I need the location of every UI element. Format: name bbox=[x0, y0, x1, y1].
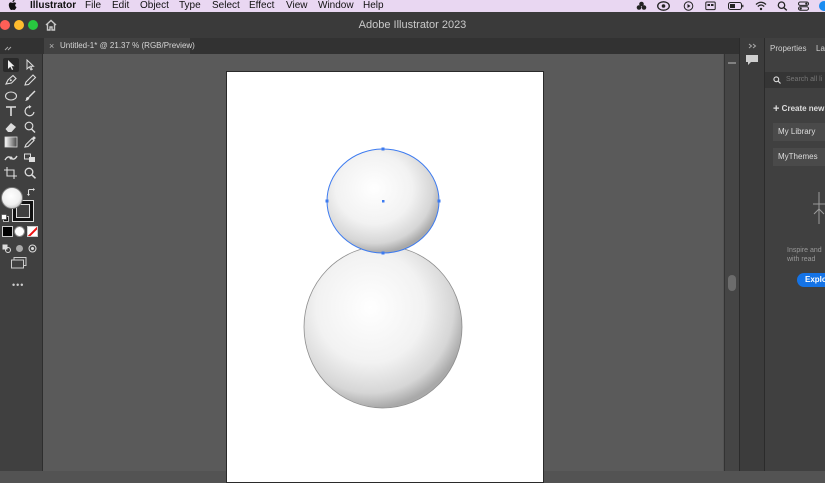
eraser-tool[interactable] bbox=[4, 121, 18, 133]
document-tab-title: Untitled-1* @ 21.37 % (RGB/Preview) bbox=[60, 41, 195, 50]
panel-tabs: Properties Lay bbox=[765, 44, 825, 58]
zoom-tool[interactable] bbox=[23, 167, 37, 179]
gradient-tool[interactable] bbox=[4, 136, 18, 148]
library-item-mythemes[interactable]: MyThemes bbox=[773, 148, 825, 166]
menu-help[interactable]: Help bbox=[363, 0, 384, 12]
swap-fill-stroke-icon[interactable] bbox=[27, 186, 36, 200]
draw-inside-icon[interactable] bbox=[28, 242, 37, 256]
tab-layers[interactable]: Lay bbox=[816, 44, 825, 53]
default-fill-stroke-icon[interactable] bbox=[1, 211, 9, 225]
collapsed-panel-dock bbox=[739, 38, 764, 471]
paintbrush-tool[interactable] bbox=[23, 90, 37, 102]
anchor-point-bottom[interactable] bbox=[381, 251, 385, 255]
ellipse-tool[interactable] bbox=[4, 90, 18, 102]
color-mode-button[interactable] bbox=[2, 226, 13, 237]
draw-behind-icon[interactable] bbox=[15, 242, 24, 256]
hint-line-1: Inspire and bbox=[787, 247, 822, 254]
cc-libraries-icon[interactable] bbox=[657, 1, 670, 11]
screen-mode-icon[interactable] bbox=[11, 257, 27, 272]
siri-icon[interactable] bbox=[818, 1, 825, 11]
menu-type[interactable]: Type bbox=[179, 0, 201, 12]
library-search-input[interactable]: Search all li bbox=[765, 72, 825, 88]
app-title: Adobe Illustrator 2023 bbox=[358, 19, 467, 31]
menu-view[interactable]: View bbox=[286, 0, 308, 12]
document-tab[interactable]: × Untitled-1* @ 21.37 % (RGB/Preview) bbox=[44, 38, 195, 54]
pen-tool[interactable] bbox=[4, 74, 18, 86]
menu-file[interactable]: File bbox=[85, 0, 101, 12]
menu-object[interactable]: Object bbox=[140, 0, 169, 12]
libraries-panel: Properties Lay Search all li + Create ne… bbox=[764, 38, 825, 471]
control-center-icon[interactable] bbox=[798, 1, 809, 11]
draw-normal-icon[interactable] bbox=[2, 242, 11, 256]
search-placeholder: Search all li bbox=[786, 76, 823, 83]
vertical-scroll-thumb[interactable] bbox=[728, 275, 736, 291]
center-point bbox=[382, 200, 385, 203]
explore-button[interactable]: Explo bbox=[797, 273, 825, 287]
expand-panels-icon[interactable] bbox=[748, 38, 757, 52]
mac-menubar: Illustrator File Edit Object Type Select… bbox=[0, 0, 825, 12]
large-ellipse[interactable] bbox=[303, 245, 463, 409]
library-item-my-library[interactable]: My Library bbox=[773, 123, 825, 141]
menu-select[interactable]: Select bbox=[212, 0, 240, 12]
create-new-library-button[interactable]: + Create new bbox=[773, 103, 824, 115]
document-tab-bar: × Untitled-1* @ 21.37 % (RGB/Preview) bbox=[0, 38, 825, 54]
selection-tool[interactable] bbox=[3, 58, 19, 72]
canvas-area[interactable] bbox=[43, 54, 723, 483]
eyedropper-tool[interactable] bbox=[23, 136, 37, 148]
anchor-point-top[interactable] bbox=[381, 147, 385, 151]
wifi-icon[interactable] bbox=[755, 1, 767, 11]
none-mode-button[interactable] bbox=[27, 226, 38, 237]
anchor-point-left[interactable] bbox=[325, 199, 329, 203]
menu-app-name[interactable]: Illustrator bbox=[30, 0, 76, 12]
comments-icon[interactable] bbox=[745, 54, 759, 69]
rotate-tool[interactable] bbox=[23, 105, 37, 117]
toolbar-collapse-icon[interactable] bbox=[4, 41, 12, 55]
gradient-mode-button[interactable] bbox=[14, 226, 25, 237]
display-icon[interactable] bbox=[705, 1, 716, 11]
warp-tool[interactable] bbox=[23, 121, 37, 133]
menu-effect[interactable]: Effect bbox=[249, 0, 274, 12]
plus-icon: + bbox=[773, 103, 780, 115]
library-illustration-icon bbox=[811, 190, 825, 229]
pencil-tool[interactable] bbox=[23, 74, 37, 86]
artboard-tool[interactable] bbox=[4, 167, 18, 179]
edit-toolbar-icon[interactable]: ••• bbox=[12, 280, 24, 290]
hint-line-2: with read bbox=[787, 256, 816, 263]
battery-icon[interactable] bbox=[728, 1, 744, 11]
live-paint-tool[interactable] bbox=[23, 152, 37, 164]
collapse-panels-icon[interactable] bbox=[727, 56, 737, 70]
type-tool[interactable] bbox=[4, 105, 18, 117]
app-titlebar: Adobe Illustrator 2023 bbox=[0, 12, 825, 38]
creative-cloud-icon[interactable] bbox=[636, 1, 647, 11]
tools-panel: ••• bbox=[0, 54, 43, 471]
shape-builder-tool[interactable] bbox=[4, 152, 18, 164]
tab-properties[interactable]: Properties bbox=[770, 44, 806, 53]
search-icon[interactable] bbox=[777, 1, 788, 11]
direct-selection-tool[interactable] bbox=[23, 59, 37, 71]
vertical-scrollbar[interactable] bbox=[724, 54, 739, 471]
play-icon[interactable] bbox=[683, 1, 694, 11]
close-tab-icon[interactable]: × bbox=[49, 38, 54, 54]
menu-edit[interactable]: Edit bbox=[112, 0, 129, 12]
anchor-point-right[interactable] bbox=[437, 199, 441, 203]
search-icon bbox=[773, 76, 781, 86]
menu-window[interactable]: Window bbox=[318, 0, 354, 12]
fill-swatch[interactable] bbox=[1, 187, 23, 209]
